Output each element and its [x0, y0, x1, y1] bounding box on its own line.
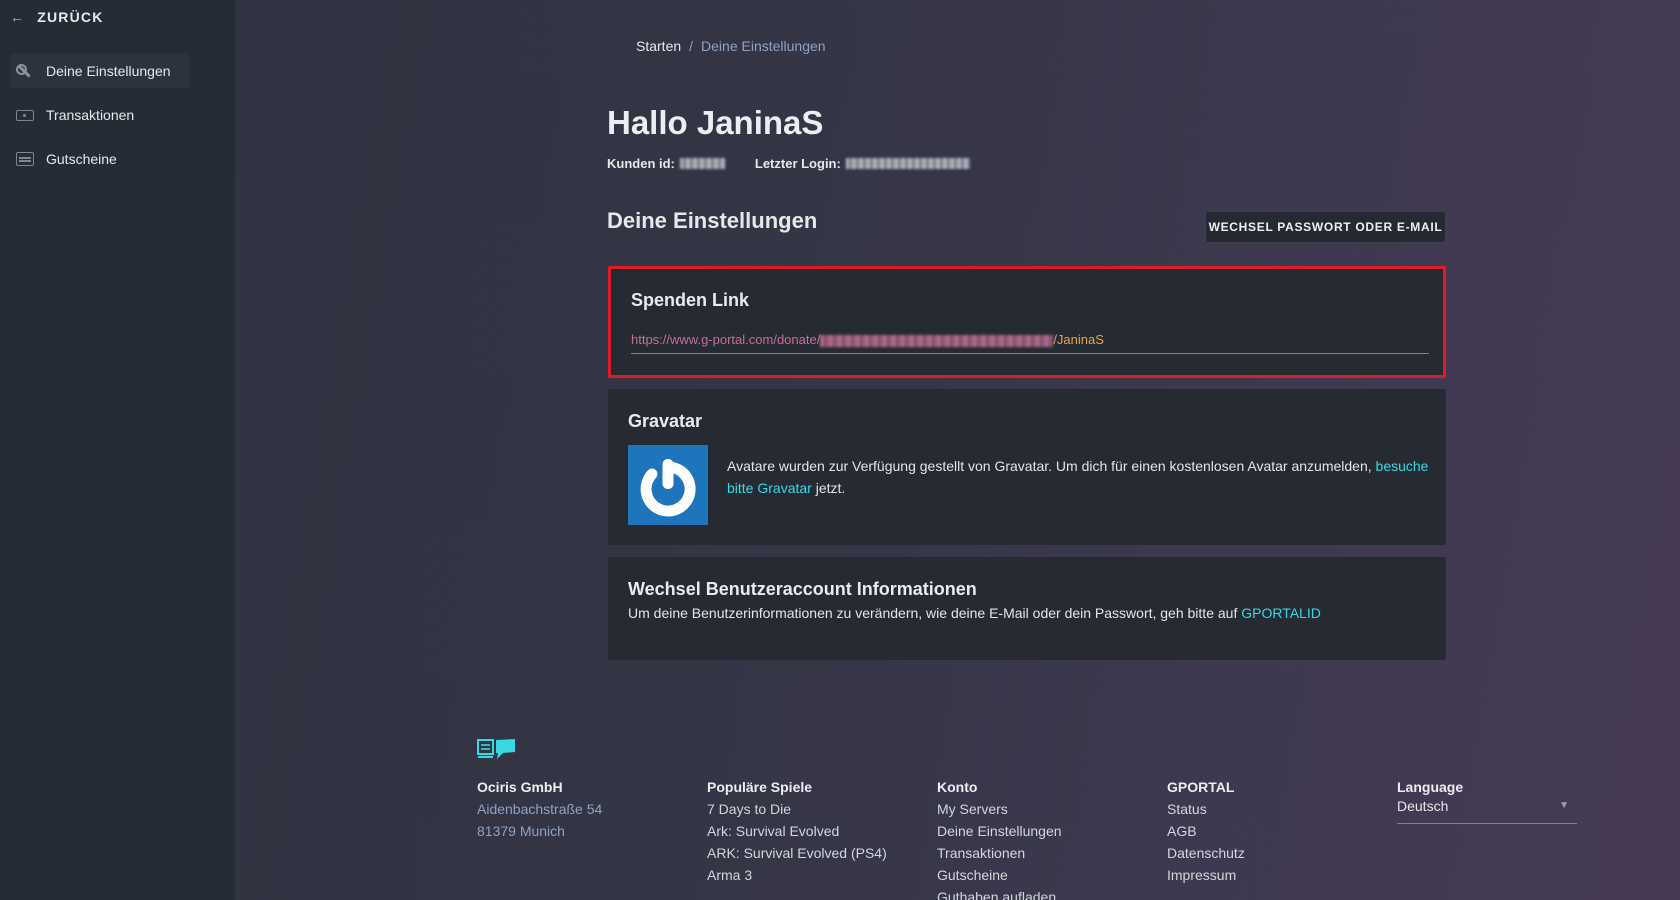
- sidebar-item-vouchers[interactable]: Gutscheine: [10, 142, 189, 176]
- gportalid-link[interactable]: GPORTALID: [1241, 605, 1321, 621]
- donate-link-card: Spenden Link https://www.g-portal.com/do…: [608, 266, 1446, 378]
- customer-id-redacted: [679, 158, 725, 169]
- footer-heading: Populäre Spiele: [707, 779, 813, 795]
- footer-link-transactions[interactable]: Transaktionen: [937, 842, 1062, 864]
- footer-link-vouchers[interactable]: Gutscheine: [937, 864, 1062, 886]
- sidebar-item-transactions[interactable]: Transaktionen: [10, 98, 189, 132]
- footer-link-7dtd[interactable]: 7 Days to Die: [707, 798, 887, 820]
- sidebar: ← ZURÜCK Deine Einstellungen Transaktion…: [0, 0, 235, 900]
- gravatar-title: Gravatar: [628, 411, 703, 431]
- language-label: Language: [1397, 779, 1464, 795]
- breadcrumb-home[interactable]: Starten: [636, 38, 681, 54]
- company-name: Ociris GmbH: [477, 779, 563, 795]
- footer-link-arma3[interactable]: Arma 3: [707, 864, 887, 886]
- footer-link-my-servers[interactable]: My Servers: [937, 798, 1062, 820]
- donate-url-suffix: /JaninaS: [1053, 332, 1104, 347]
- sidebar-item-label: Deine Einstellungen: [46, 63, 171, 79]
- language-selected: Deutsch: [1397, 798, 1449, 814]
- sidebar-item-label: Transaktionen: [46, 107, 135, 123]
- gravatar-text: Avatare wurden zur Verfügung gestellt vo…: [727, 458, 1376, 474]
- last-login-redacted: [845, 158, 970, 169]
- donate-url-prefix: https://www.g-portal.com/donate/: [631, 332, 821, 347]
- sidebar-item-settings[interactable]: Deine Einstellungen: [10, 54, 189, 88]
- donate-title: Spenden Link: [631, 290, 750, 310]
- company-city[interactable]: 81379 Munich: [477, 820, 602, 842]
- footer-link-settings[interactable]: Deine Einstellungen: [937, 820, 1062, 842]
- footer-link-agb[interactable]: AGB: [1167, 820, 1245, 842]
- donate-link-field[interactable]: https://www.g-portal.com/donate/ /JaninaS: [631, 332, 1429, 354]
- footer-link-imprint[interactable]: Impressum: [1167, 864, 1245, 886]
- footer-account: Konto My Servers Deine Einstellungen Tra…: [937, 776, 1062, 900]
- language-select[interactable]: Deutsch ▼: [1397, 798, 1577, 824]
- footer-link-privacy[interactable]: Datenschutz: [1167, 842, 1245, 864]
- voucher-icon: [16, 152, 34, 166]
- gportal-logo-icon: [477, 738, 517, 760]
- footer-company: Ociris GmbH Aidenbachstraße 54 81379 Mun…: [477, 776, 602, 842]
- footer-heading: Konto: [937, 779, 978, 795]
- sidebar-item-label: Gutscheine: [46, 151, 117, 167]
- footer-link-ark-ps4[interactable]: ARK: Survival Evolved (PS4): [707, 842, 887, 864]
- gravatar-logo-icon: [628, 445, 708, 525]
- account-description: Um deine Benutzerinformationen zu veränd…: [628, 605, 1321, 621]
- breadcrumb-separator: /: [689, 38, 694, 54]
- gravatar-card: Gravatar Avatare wurden zur Verfügung ge…: [608, 389, 1446, 545]
- account-info-card: Wechsel Benutzeraccount Informationen Um…: [608, 557, 1446, 660]
- change-password-email-button[interactable]: WECHSEL PASSWORT ODER E-MAIL: [1205, 211, 1446, 243]
- footer-popular-games: Populäre Spiele 7 Days to Die Ark: Survi…: [707, 776, 887, 886]
- breadcrumb-current: Deine Einstellungen: [701, 38, 826, 54]
- footer-link-ark[interactable]: Ark: Survival Evolved: [707, 820, 887, 842]
- page-title: Hallo JaninaS: [607, 104, 824, 141]
- back-label: ZURÜCK: [37, 9, 104, 25]
- gravatar-text-end: jetzt.: [811, 480, 846, 496]
- footer-link-topup[interactable]: Guthaben aufladen: [937, 886, 1062, 900]
- donate-token-redacted: [820, 335, 1054, 347]
- back-button[interactable]: ← ZURÜCK: [10, 6, 104, 28]
- footer-link-status[interactable]: Status: [1167, 798, 1245, 820]
- breadcrumb: Starten / Deine Einstellungen: [636, 38, 826, 54]
- customer-id-label: Kunden id:: [607, 156, 675, 171]
- wrench-icon: [16, 64, 34, 78]
- gravatar-description: Avatare wurden zur Verfügung gestellt vo…: [727, 455, 1432, 499]
- footer-heading: GPORTAL: [1167, 779, 1235, 795]
- footer-language: Language: [1397, 776, 1463, 798]
- customer-id: Kunden id:: [607, 156, 725, 171]
- account-meta: Kunden id: Letzter Login:: [607, 156, 970, 171]
- money-icon: [16, 110, 34, 121]
- last-login-label: Letzter Login:: [754, 156, 841, 171]
- arrow-left-icon: ←: [10, 9, 26, 25]
- last-login: Letzter Login:: [755, 156, 970, 171]
- caret-down-icon: ▼: [1559, 800, 1569, 811]
- section-title: Deine Einstellungen: [607, 208, 818, 233]
- company-street[interactable]: Aidenbachstraße 54: [477, 798, 602, 820]
- footer-gportal: GPORTAL Status AGB Datenschutz Impressum: [1167, 776, 1245, 886]
- account-text: Um deine Benutzerinformationen zu veränd…: [628, 605, 1242, 621]
- account-title: Wechsel Benutzeraccount Informationen: [628, 579, 977, 599]
